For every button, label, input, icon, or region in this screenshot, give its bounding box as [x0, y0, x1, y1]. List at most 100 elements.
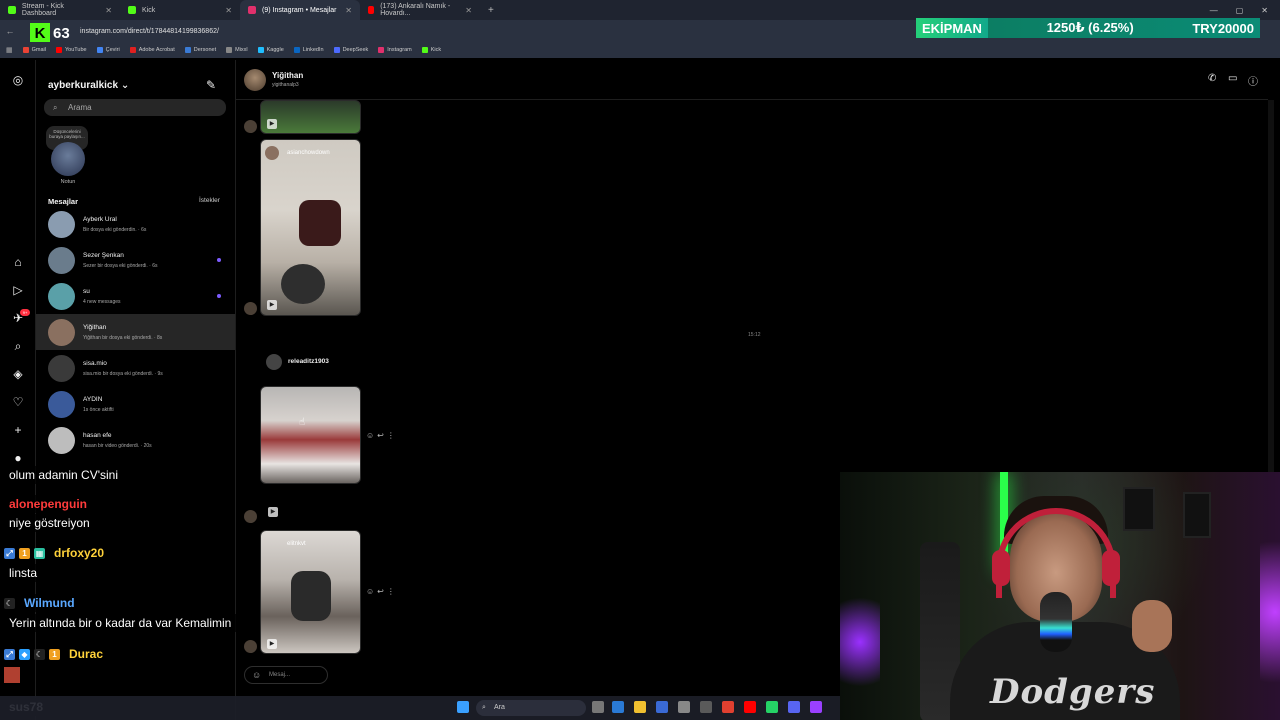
viewer-count: 63 — [53, 24, 70, 42]
explore-icon[interactable]: ◈ — [10, 366, 26, 382]
reply-icon[interactable]: ↩ — [377, 431, 387, 440]
apps-grid-icon[interactable]: ▦ — [6, 46, 13, 54]
bookmark-mixxl[interactable]: Mixxl — [226, 47, 248, 53]
emoji-react-icon[interactable]: ☺ — [366, 431, 377, 440]
shared-reel[interactable]: asianchowdown ▶ — [260, 139, 361, 316]
video-call-icon[interactable]: ▭ — [1228, 73, 1237, 84]
app-icon[interactable] — [810, 701, 822, 713]
thread-item[interactable]: Ayberk Ural Bir dosya eki gönderdin. · 6s — [36, 206, 235, 242]
bookmark-label: DeepSeek — [342, 47, 369, 53]
tab-kick-dashboard[interactable]: Stream - Kick Dashboard ✕ — [0, 0, 120, 20]
post-author-avatar — [266, 354, 282, 370]
search-placeholder: Arama — [68, 103, 92, 112]
home-icon[interactable]: ⌂ — [10, 254, 26, 270]
chat-text: Yerin altında bir o kadar da var Kemalim… — [4, 614, 237, 632]
chat-header: Yiğithan yigithanalp3 ✆ ▭ ⓘ — [236, 60, 1268, 100]
create-icon[interactable]: + — [10, 422, 26, 438]
note-widget[interactable]: Düşüncelerini buraya paylaşın... Notun — [46, 126, 90, 185]
tab-instagram[interactable]: (9) Instagram • Mesajlar ✕ — [240, 0, 360, 20]
windows-taskbar: ⌕ Ara — [0, 696, 840, 720]
tab-label: (9) Instagram • Mesajlar — [262, 6, 337, 14]
phone-icon[interactable]: ✆ — [1208, 73, 1216, 84]
info-icon[interactable]: ⓘ — [1248, 73, 1258, 88]
kick-icon — [421, 47, 428, 53]
youtube-icon[interactable] — [744, 701, 756, 713]
profile-avatar[interactable]: ● — [10, 450, 26, 466]
thread-item[interactable]: sisa.mio sisa.mio bir dosya eki gönderdi.… — [36, 350, 235, 386]
close-tab-icon[interactable]: ✕ — [105, 6, 112, 15]
bookmark-kaggle[interactable]: Kaggle — [257, 47, 284, 53]
url-field[interactable]: instagram.com/direct/t/17844814199836862… — [80, 28, 219, 35]
bookmark-kick[interactable]: Kick — [421, 47, 441, 53]
bookmark-gmail[interactable]: Gmail — [22, 47, 46, 53]
tab-label: (173) Ankaralı Namık - Hovardı... — [380, 3, 451, 17]
browser-tab-bar: Stream - Kick Dashboard ✕ Kick ✕ (9) Insta… — [0, 0, 1280, 20]
post-author-avatar — [265, 146, 279, 160]
close-tab-icon[interactable]: ✕ — [225, 6, 232, 15]
badge-icon: ☾ — [34, 648, 45, 660]
thread-preview: Bir dosya eki gönderdin. · 6s — [83, 226, 147, 233]
thread-item[interactable]: Sezer Şenkan Sezer bir dosya eki gönderdi… — [36, 242, 235, 278]
obs-icon[interactable] — [700, 701, 712, 713]
bookmark-adobe[interactable]: Adobe Acrobat — [129, 47, 175, 53]
username: alonepenguin — [4, 495, 92, 513]
thread-item[interactable]: hasan efe hasan bir video gönderdi. · 20s — [36, 422, 235, 458]
thread-item[interactable]: AYDIN 1s önce aktifti — [36, 386, 235, 422]
message-actions: ☺↩⋮ — [366, 431, 398, 440]
purple-led-light — [840, 582, 880, 702]
app-icon[interactable] — [678, 701, 690, 713]
heart-icon[interactable]: ♡ — [10, 394, 26, 410]
tab-youtube[interactable]: (173) Ankaralı Namık - Hovardı... ✕ — [360, 0, 480, 20]
bookmark-youtube[interactable]: YouTube — [56, 47, 87, 53]
more-icon[interactable]: ⋮ — [387, 431, 398, 440]
search-input[interactable]: ⌕ Arama — [44, 99, 226, 116]
bookmark-instagram[interactable]: Instagram — [378, 47, 412, 53]
bookmark-deepseek[interactable]: DeepSeek — [333, 47, 369, 53]
instagram-icon — [378, 47, 385, 53]
search-icon[interactable]: ⌕ — [10, 338, 26, 354]
account-switcher[interactable]: ayberkuralkick ⌄ — [48, 80, 129, 91]
whatsapp-icon[interactable] — [766, 701, 778, 713]
close-window-icon[interactable]: ✕ — [1261, 6, 1268, 15]
thread-avatar — [48, 282, 75, 310]
shared-reel[interactable]: ▶ — [260, 100, 361, 134]
window-controls: — ▢ ✕ — [1210, 6, 1280, 15]
thread-preview: 4 new messages — [83, 298, 121, 305]
goal-label: EKİPMAN — [916, 18, 988, 38]
chat-avatar[interactable] — [244, 69, 266, 91]
unread-dot — [217, 294, 221, 298]
start-icon[interactable] — [457, 701, 469, 713]
bookmark-ceviri[interactable]: Çeviri — [96, 47, 120, 53]
store-icon[interactable] — [656, 701, 668, 713]
note-avatar — [51, 142, 85, 176]
thread-name: sisa.mio — [83, 359, 107, 367]
taskbar-search[interactable]: ⌕ Ara — [476, 700, 586, 716]
close-tab-icon[interactable]: ✕ — [345, 6, 352, 15]
new-tab-button[interactable]: + — [480, 5, 502, 16]
maximize-icon[interactable]: ▢ — [1236, 6, 1244, 15]
bookmark-linkedin[interactable]: LinkedIn — [293, 47, 324, 53]
chrome-icon[interactable] — [722, 701, 734, 713]
more-icon[interactable]: ⋮ — [387, 587, 398, 596]
requests-link[interactable]: İstekler — [199, 197, 220, 204]
tab-kick[interactable]: Kick ✕ — [120, 0, 240, 20]
thread-preview: Sezer bir dosya eki gönderdi. · 6s — [83, 262, 158, 269]
reply-icon[interactable]: ↩ — [377, 587, 387, 596]
discord-icon[interactable] — [788, 701, 800, 713]
compose-icon[interactable]: ✎ — [206, 78, 216, 92]
thread-item[interactable]: su 4 new messages — [36, 278, 235, 314]
thread-item[interactable]: Yiğithan Yiğithan bir dosya eki gönderdi.… — [36, 314, 235, 350]
close-tab-icon[interactable]: ✕ — [465, 6, 472, 15]
reels-icon[interactable]: ▷ — [10, 282, 26, 298]
task-view-icon[interactable] — [592, 701, 604, 713]
file-explorer-icon[interactable] — [634, 701, 646, 713]
edge-icon[interactable] — [612, 701, 624, 713]
thread-preview: 1s önce aktifti — [83, 406, 114, 413]
chat-name[interactable]: Yiğithan — [272, 71, 303, 80]
minimize-icon[interactable]: — — [1210, 6, 1218, 15]
emoji-react-icon[interactable]: ☺ — [366, 587, 377, 596]
purple-led-light — [1260, 512, 1280, 712]
bookmark-dersonet[interactable]: Dersonet — [184, 47, 216, 53]
back-arrow-icon[interactable]: ← — [0, 26, 20, 36]
instagram-logo-icon[interactable]: ◎ — [10, 72, 26, 88]
